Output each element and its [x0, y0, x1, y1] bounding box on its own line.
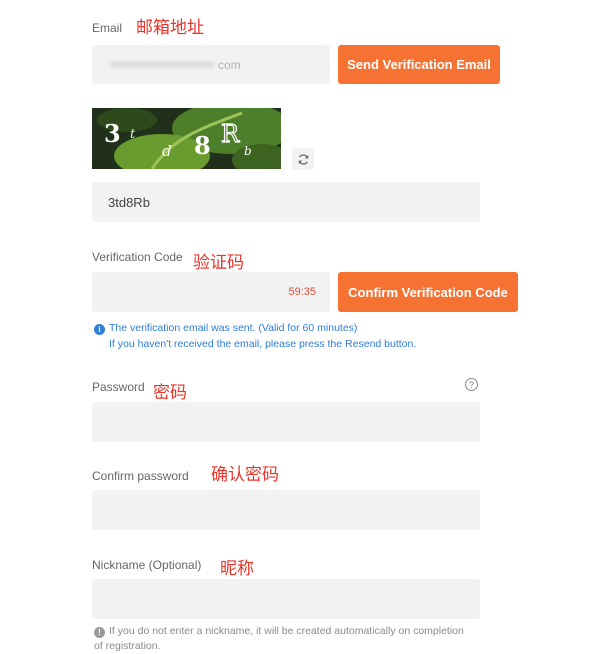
refresh-captcha-button[interactable]: [292, 148, 314, 170]
email-annotation: 邮箱地址: [136, 18, 204, 38]
refresh-icon: [298, 153, 308, 165]
verification-code-annotation: 验证码: [193, 253, 244, 273]
send-verification-email-button[interactable]: Send Verification Email: [338, 45, 500, 84]
password-annotation: 密码: [153, 383, 187, 403]
email-value-suffix: com: [218, 58, 241, 72]
svg-text:t: t: [130, 127, 136, 142]
nickname-label: Nickname (Optional): [92, 558, 202, 572]
email-input[interactable]: com: [92, 45, 330, 84]
verification-info-line2: If you haven't received the email, pleas…: [109, 338, 417, 350]
verification-info-line1: The verification email was sent. (Valid …: [109, 322, 358, 334]
confirm-password-label: Confirm password: [92, 469, 189, 483]
verification-info: i The verification email was sent. (Valid…: [94, 320, 554, 352]
question-icon[interactable]: ?: [465, 378, 478, 391]
confirm-password-input[interactable]: [92, 490, 480, 530]
svg-text:b: b: [244, 144, 252, 158]
password-label: Password: [92, 380, 145, 394]
nickname-input[interactable]: [92, 579, 480, 619]
captcha-image: 3 t d 8 R b: [92, 108, 281, 169]
nickname-annotation: 昵称: [220, 559, 254, 579]
nickname-hint-line1: If you do not enter a nickname, it will …: [109, 625, 464, 637]
svg-text:3: 3: [104, 119, 121, 148]
nickname-hint-line2: of registration.: [94, 640, 161, 652]
info-icon: !: [94, 627, 105, 638]
svg-text:8: 8: [194, 131, 211, 160]
verification-timer: 59:35: [288, 286, 316, 298]
password-input[interactable]: [92, 402, 480, 442]
verification-code-label: Verification Code: [92, 250, 183, 264]
captcha-input-value: 3td8Rb: [108, 195, 150, 210]
info-icon: i: [94, 324, 105, 335]
confirm-verification-code-button[interactable]: Confirm Verification Code: [338, 272, 518, 312]
verification-code-input[interactable]: 59:35: [92, 272, 330, 312]
email-redacted-text: [110, 61, 214, 68]
svg-text:R: R: [221, 120, 240, 148]
svg-text:d: d: [162, 142, 172, 160]
confirm-password-annotation: 确认密码: [211, 465, 279, 485]
captcha-input[interactable]: 3td8Rb: [92, 182, 480, 222]
email-label: Email: [92, 21, 123, 35]
